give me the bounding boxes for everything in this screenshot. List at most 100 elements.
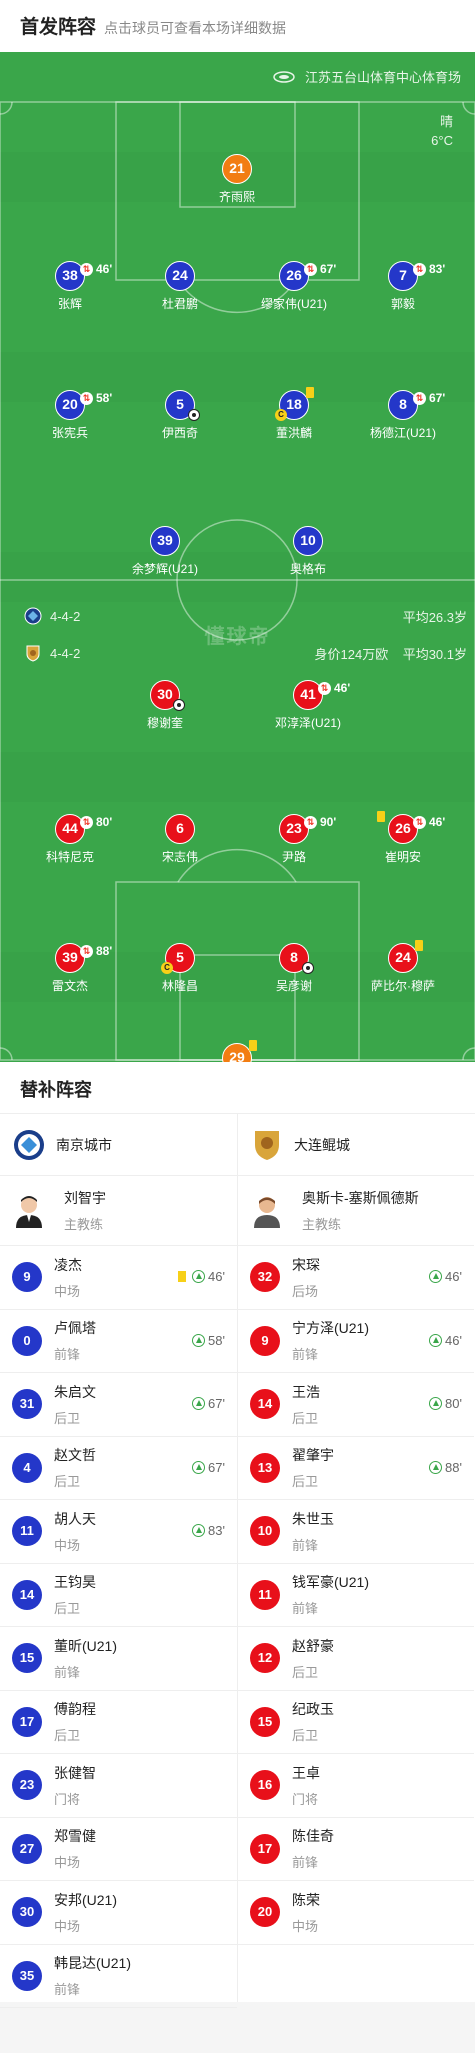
sub-minute: 58'	[208, 1332, 225, 1348]
substitution-badge: ⇅ 46'	[80, 256, 112, 283]
player-number: 5	[165, 390, 200, 421]
sub-off-icon: ⇅	[304, 263, 317, 276]
player-marker[interactable]: 21 齐雨熙	[177, 154, 297, 205]
player-marker[interactable]: 41 ⇅ 46' 邓淳泽(U21)	[248, 680, 368, 731]
player-name: 奥格布	[289, 562, 326, 576]
player-name: 张辉	[57, 297, 82, 311]
sub-player-row[interactable]: 12 赵舒豪 后卫	[238, 1627, 474, 1691]
player-marker[interactable]: 8 ⇅ 67' 杨德江(U21)	[343, 390, 463, 441]
player-number: 10	[293, 526, 323, 556]
subs-title: 替补阵容	[0, 1062, 475, 1114]
player-marker[interactable]: 39 ⇅ 88' 雷文杰	[10, 943, 130, 994]
sub-on-arrow-icon	[192, 1524, 206, 1537]
player-number: 39	[150, 526, 180, 556]
home-coach[interactable]: 刘智宇 主教练	[0, 1176, 237, 1246]
player-position: 后卫	[54, 1474, 81, 1490]
player-position: 前锋	[292, 1855, 319, 1871]
player-position: 后卫	[54, 1728, 81, 1744]
away-team-header[interactable]: 大连鲲城	[238, 1114, 474, 1176]
player-position: 前锋	[292, 1347, 319, 1363]
player-marker[interactable]: 26 ⇅ 46' 崔明安	[343, 811, 463, 865]
sub-player-row[interactable]: 27 郑雪健 中场	[0, 1818, 237, 1881]
sub-minute: 83'	[429, 262, 446, 276]
player-marker[interactable]: 44 ⇅ 80' 科特尼克	[10, 814, 130, 865]
sub-player-row[interactable]: 4 赵文哲 后卫 67'	[0, 1437, 237, 1500]
player-marker[interactable]: 39 余梦辉(U21)	[105, 526, 225, 577]
sub-player-row[interactable]: 32 宋琛 后场 46'	[238, 1246, 474, 1310]
sub-player-row[interactable]: 11 胡人天 中场 83'	[0, 1500, 237, 1564]
sub-player-info: 赵文哲 后卫	[54, 1445, 96, 1490]
away-team-badge-icon	[26, 645, 40, 662]
player-marker[interactable]: 38 ⇅ 46' 张辉	[10, 261, 130, 312]
sub-player-row[interactable]: 35 韩昆达(U21) 前锋	[0, 1945, 237, 2008]
sub-player-row[interactable]: 9 凌杰 中场 46'	[0, 1246, 237, 1310]
goal-ball-icon	[302, 962, 314, 974]
away-team-row: 4-4-2 身价124万欧 平均30.1岁	[0, 644, 475, 666]
sub-off-icon: ⇅	[80, 816, 93, 829]
sub-player-row[interactable]: 15 纪政玉 后卫	[238, 1691, 474, 1754]
player-marker[interactable]: 7 ⇅ 83' 郭毅	[343, 261, 463, 312]
player-name: 林隆昌	[161, 979, 198, 993]
player-number: 35	[12, 1960, 42, 1991]
player-marker[interactable]: 5 C 林隆昌	[120, 943, 240, 994]
player-marker[interactable]: 8 吴彦谢	[234, 943, 354, 994]
sub-minute: 67'	[208, 1396, 225, 1411]
sub-player-row[interactable]: 30 安邦(U21) 中场	[0, 1881, 237, 1945]
player-marker[interactable]: 5 伊西奇	[120, 390, 240, 441]
sub-player-row[interactable]: 11 钱军豪(U21) 前锋	[238, 1564, 474, 1627]
sub-player-row[interactable]: 14 王钧昊 后卫	[0, 1564, 237, 1627]
sub-player-row[interactable]: 31 朱启文 后卫 67'	[0, 1373, 237, 1437]
sub-player-row[interactable]: 20 陈荣 中场	[238, 1881, 474, 1945]
player-marker[interactable]: 10 奥格布	[248, 526, 368, 577]
away-coach[interactable]: 奥斯卡-塞斯佩德斯 主教练	[238, 1176, 474, 1246]
player-number: 21	[222, 154, 252, 184]
sub-player-row[interactable]: 23 张健智 门将	[0, 1754, 237, 1818]
player-name: 赵舒豪	[292, 1637, 334, 1654]
sub-on-info: 83'	[192, 1523, 225, 1538]
sub-on-arrow-icon	[192, 1397, 206, 1410]
player-number: 17	[250, 1833, 280, 1864]
player-marker[interactable]: 30 穆谢奎	[105, 680, 225, 731]
sub-minute: 67'	[208, 1459, 225, 1475]
sub-player-info: 胡人天 中场	[54, 1509, 96, 1554]
player-name: 纪政玉	[292, 1701, 334, 1718]
sub-minute: 46'	[445, 1332, 462, 1348]
player-position: 后卫	[292, 1728, 319, 1744]
player-number: 8	[279, 943, 314, 974]
player-marker[interactable]: 20 ⇅ 58' 张宪兵	[10, 390, 130, 441]
player-marker[interactable]: 6 宋志伟	[120, 814, 240, 865]
sub-player-row[interactable]: 14 王浩 后卫 80'	[238, 1373, 474, 1437]
player-marker[interactable]: 26 ⇅ 67' 缪家伟(U21)	[234, 261, 354, 312]
sub-minute: 90'	[320, 815, 337, 829]
player-number: 24	[165, 261, 195, 291]
sub-on-arrow-icon	[429, 1333, 443, 1347]
player-number: 18 C	[275, 387, 314, 421]
player-number: 14	[250, 1389, 280, 1420]
sub-player-info: 翟肇宇 后卫	[292, 1445, 334, 1490]
coach-avatar	[16, 1195, 42, 1228]
home-team-header[interactable]: 南京城市	[0, 1114, 237, 1176]
player-name: 宁方泽(U21)	[292, 1320, 370, 1337]
player-name: 吴彦谢	[275, 979, 312, 993]
away-subs-column: 大连鲲城 奥斯卡-塞斯佩德斯 主教练 32 宋琛 后场 46' 9 宁方泽(U21) 前锋 4…	[237, 1114, 474, 2002]
player-marker[interactable]: 24 萨比尔·穆萨	[343, 940, 463, 994]
sub-player-info: 卢佩塔 前锋	[54, 1318, 96, 1363]
player-marker[interactable]: 29樊津铭	[177, 1040, 297, 1062]
sub-player-row[interactable]: 0 卢佩塔 前锋 58'	[0, 1310, 237, 1373]
away-value: 身价124万欧	[314, 647, 389, 662]
player-marker[interactable]: 18 C 董洪麟	[234, 387, 354, 441]
sub-player-row[interactable]: 13 翟肇宇 后卫 88'	[238, 1437, 474, 1500]
sub-player-row[interactable]: 15 董昕(U21) 前锋	[0, 1627, 237, 1691]
player-marker[interactable]: 24 杜君鹏	[120, 261, 240, 312]
player-marker[interactable]: 23 ⇅ 90' 尹路	[234, 814, 354, 865]
sub-minute: 80'	[96, 815, 113, 829]
player-name: 韩昆达(U21)	[54, 1955, 132, 1972]
sub-player-row[interactable]: 10 朱世玉 前锋	[238, 1500, 474, 1564]
sub-player-row[interactable]: 9 宁方泽(U21) 前锋 46'	[238, 1310, 474, 1373]
sub-player-row[interactable]: 16 王卓 门将	[238, 1754, 474, 1818]
goal-ball-icon	[188, 409, 200, 421]
player-position: 前锋	[54, 1347, 81, 1363]
header-hint: 点击球员可查看本场详细数据	[104, 20, 287, 36]
sub-player-row[interactable]: 17 傅韵程 后卫	[0, 1691, 237, 1754]
sub-player-row[interactable]: 17 陈佳奇 前锋	[238, 1818, 474, 1881]
